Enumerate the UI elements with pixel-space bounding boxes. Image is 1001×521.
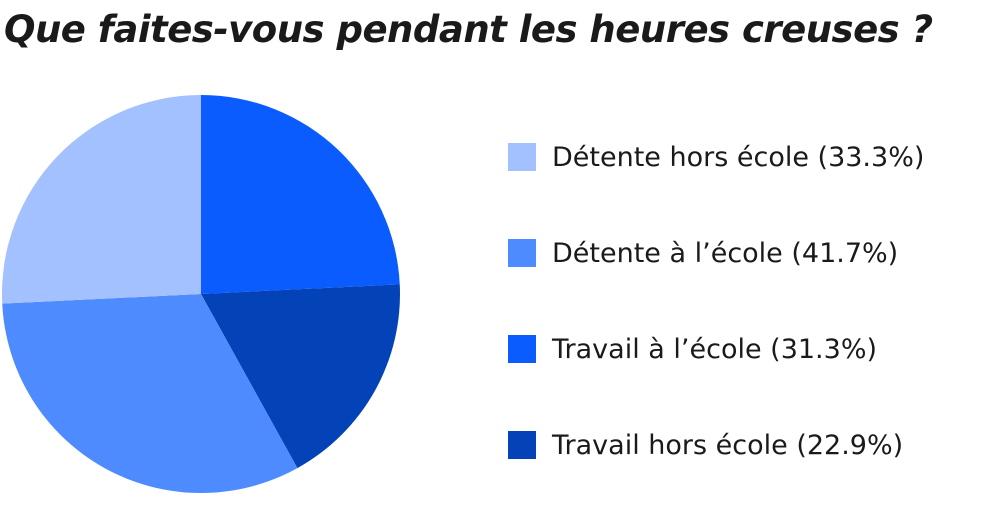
legend-item: Détente hors école (33.3%) [508, 137, 924, 177]
legend-item: Travail à l’école (31.3%) [508, 329, 924, 369]
chart-title: Que faites-vous pendant les heures creus… [4, 8, 933, 51]
legend-swatch [508, 431, 536, 459]
legend-item: Travail hors école (22.9%) [508, 425, 924, 465]
pie-chart [2, 95, 400, 494]
pie-slice [201, 95, 400, 294]
legend-swatch [508, 335, 536, 363]
legend: Détente hors école (33.3%) Détente à l’é… [508, 137, 924, 521]
legend-swatch [508, 143, 536, 171]
legend-label: Travail hors école (22.9%) [552, 429, 904, 461]
chart-page: { "chart_data": { "type": "pie", "title"… [0, 0, 1001, 496]
legend-label: Travail à l’école (31.3%) [552, 333, 878, 365]
pie-slice [2, 95, 201, 304]
legend-swatch [508, 239, 536, 267]
legend-label: Détente hors école (33.3%) [552, 141, 925, 173]
legend-label: Détente à l’école (41.7%) [552, 237, 899, 269]
legend-item: Détente à l’école (41.7%) [508, 233, 924, 273]
